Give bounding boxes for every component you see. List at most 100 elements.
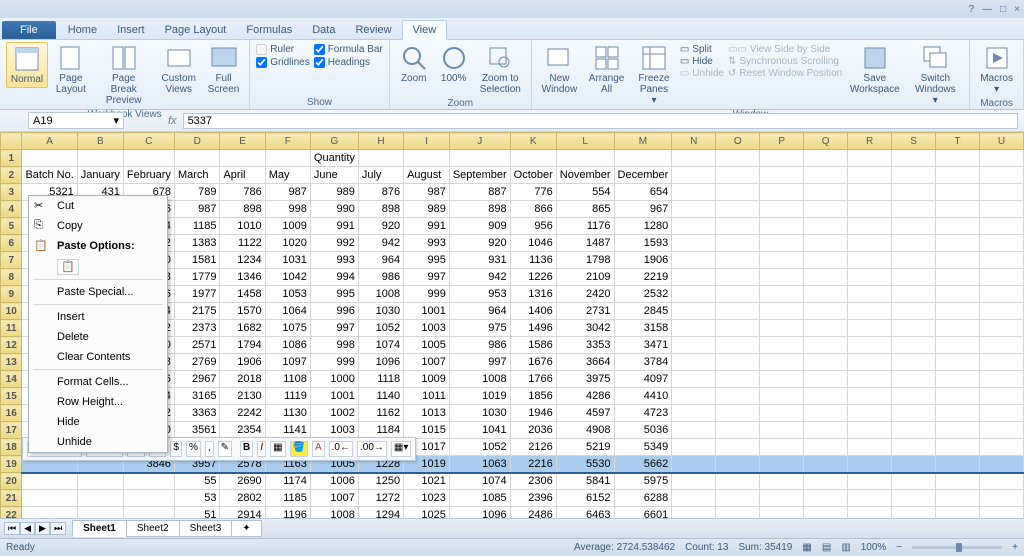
cell[interactable] bbox=[892, 473, 936, 490]
cell[interactable]: August bbox=[404, 167, 450, 184]
tab-formulas[interactable]: Formulas bbox=[236, 21, 302, 39]
cell[interactable] bbox=[760, 371, 804, 388]
mini-italic[interactable]: I bbox=[257, 441, 266, 457]
cell[interactable]: 1280 bbox=[614, 218, 672, 235]
cell[interactable] bbox=[979, 184, 1023, 201]
cell[interactable]: 1031 bbox=[265, 252, 310, 269]
cell[interactable]: 1586 bbox=[510, 337, 556, 354]
cell[interactable]: 1023 bbox=[404, 490, 450, 507]
cell[interactable] bbox=[936, 422, 980, 439]
cell[interactable]: 5530 bbox=[556, 456, 614, 473]
cell[interactable]: 1487 bbox=[556, 235, 614, 252]
cell[interactable]: 975 bbox=[449, 320, 510, 337]
cell[interactable]: 1001 bbox=[404, 303, 450, 320]
cell[interactable]: 1000 bbox=[310, 371, 358, 388]
status-zoom[interactable]: 100% bbox=[861, 542, 887, 553]
cell[interactable] bbox=[22, 473, 77, 490]
select-all-cell[interactable] bbox=[1, 133, 22, 150]
cell[interactable] bbox=[672, 184, 716, 201]
cell[interactable] bbox=[979, 405, 1023, 422]
cell[interactable]: 1074 bbox=[449, 473, 510, 490]
cell[interactable] bbox=[672, 388, 716, 405]
cell[interactable]: 1906 bbox=[614, 252, 672, 269]
cell[interactable]: 786 bbox=[220, 184, 265, 201]
col-header[interactable]: I bbox=[404, 133, 450, 150]
cell[interactable] bbox=[672, 422, 716, 439]
cell[interactable] bbox=[672, 235, 716, 252]
cell[interactable] bbox=[936, 490, 980, 507]
full-screen-button[interactable]: FullScreen bbox=[204, 42, 243, 97]
cell[interactable]: 953 bbox=[449, 286, 510, 303]
cell[interactable] bbox=[804, 303, 848, 320]
cell[interactable] bbox=[892, 354, 936, 371]
col-header[interactable]: J bbox=[449, 133, 510, 150]
zoom-100-button[interactable]: 100% bbox=[436, 42, 472, 86]
cell[interactable]: 1015 bbox=[404, 422, 450, 439]
cell[interactable] bbox=[672, 439, 716, 456]
cell[interactable]: 989 bbox=[404, 201, 450, 218]
cell[interactable]: 2126 bbox=[510, 439, 556, 456]
cell[interactable]: 1074 bbox=[358, 337, 403, 354]
cell[interactable] bbox=[672, 167, 716, 184]
cell[interactable]: 1856 bbox=[510, 388, 556, 405]
cell[interactable] bbox=[760, 167, 804, 184]
cell[interactable] bbox=[760, 405, 804, 422]
cell[interactable]: 987 bbox=[265, 184, 310, 201]
sheet-nav-first[interactable]: ⏮ bbox=[4, 522, 20, 535]
name-box[interactable]: A19▾ bbox=[28, 112, 124, 129]
cell[interactable]: 964 bbox=[358, 252, 403, 269]
cell[interactable]: 2036 bbox=[510, 422, 556, 439]
cell[interactable] bbox=[848, 422, 892, 439]
cell[interactable] bbox=[760, 235, 804, 252]
cell[interactable]: 964 bbox=[449, 303, 510, 320]
formula-bar-checkbox[interactable]: Formula Bar bbox=[314, 44, 383, 55]
zoom-selection-button[interactable]: Zoom toSelection bbox=[476, 42, 525, 97]
cell[interactable] bbox=[979, 490, 1023, 507]
row-header[interactable]: 4 bbox=[1, 201, 22, 218]
cell[interactable]: 3158 bbox=[614, 320, 672, 337]
cell[interactable]: 1013 bbox=[404, 405, 450, 422]
cell[interactable] bbox=[760, 286, 804, 303]
sheet-tab-2[interactable]: Sheet2 bbox=[126, 520, 180, 537]
cell[interactable] bbox=[848, 184, 892, 201]
cell[interactable]: 3975 bbox=[556, 371, 614, 388]
cell[interactable] bbox=[848, 473, 892, 490]
cell[interactable]: 997 bbox=[310, 320, 358, 337]
cell[interactable] bbox=[804, 218, 848, 235]
cell[interactable]: September bbox=[449, 167, 510, 184]
cell[interactable]: 1021 bbox=[404, 473, 450, 490]
cell[interactable]: 3353 bbox=[556, 337, 614, 354]
cell[interactable] bbox=[804, 337, 848, 354]
cell[interactable] bbox=[672, 371, 716, 388]
cell[interactable]: 986 bbox=[449, 337, 510, 354]
chevron-down-icon[interactable]: ▾ bbox=[113, 114, 119, 127]
cell[interactable] bbox=[936, 167, 980, 184]
cell[interactable] bbox=[804, 252, 848, 269]
sheet-nav-prev[interactable]: ◀ bbox=[20, 522, 35, 535]
cell[interactable] bbox=[936, 150, 980, 167]
cell[interactable] bbox=[979, 422, 1023, 439]
row-header[interactable]: 21 bbox=[1, 490, 22, 507]
cell[interactable] bbox=[716, 388, 760, 405]
col-header[interactable]: U bbox=[979, 133, 1023, 150]
cell[interactable] bbox=[979, 150, 1023, 167]
cell[interactable]: December bbox=[614, 167, 672, 184]
cell[interactable] bbox=[848, 388, 892, 405]
tab-file[interactable]: File bbox=[2, 21, 56, 39]
row-header[interactable]: 3 bbox=[1, 184, 22, 201]
cell[interactable] bbox=[804, 422, 848, 439]
col-header[interactable]: S bbox=[892, 133, 936, 150]
cell[interactable] bbox=[936, 456, 980, 473]
cell[interactable]: 999 bbox=[404, 286, 450, 303]
cell[interactable]: March bbox=[174, 167, 220, 184]
cell[interactable] bbox=[716, 252, 760, 269]
cell[interactable] bbox=[979, 167, 1023, 184]
cell[interactable]: Quantity bbox=[310, 150, 358, 167]
row-header[interactable]: 7 bbox=[1, 252, 22, 269]
mini-bold[interactable]: B bbox=[240, 441, 253, 457]
cell[interactable]: 994 bbox=[310, 269, 358, 286]
cell[interactable]: 1108 bbox=[265, 371, 310, 388]
cell[interactable] bbox=[892, 150, 936, 167]
cell[interactable] bbox=[716, 490, 760, 507]
cell[interactable]: 2216 bbox=[510, 456, 556, 473]
